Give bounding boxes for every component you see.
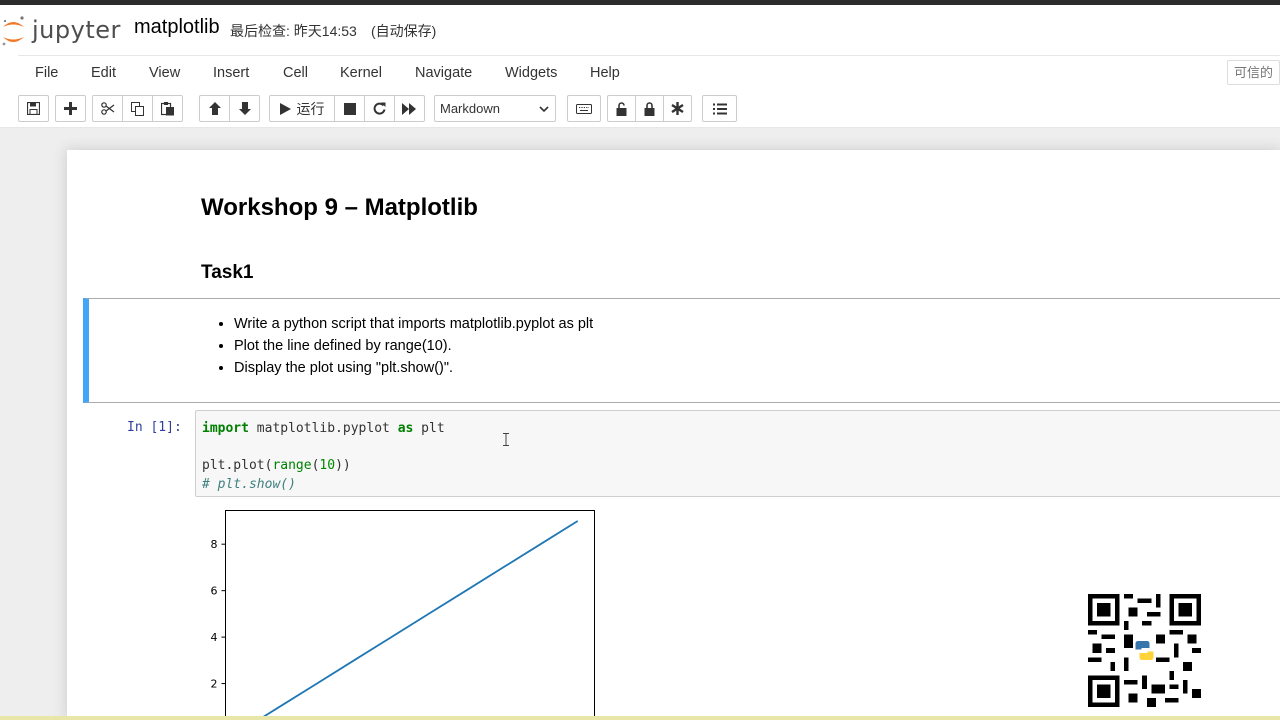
edit-group [92,95,183,122]
code-as-keyword: as [397,421,414,436]
code-module: matplotlib.pyplot [248,421,398,436]
jupyter-logo-icon [2,16,24,46]
copy-button[interactable] [122,95,153,122]
insert-group [55,95,86,122]
save-group [18,95,49,122]
scissors-icon [100,102,114,115]
code-alias: plt [413,421,445,436]
table-of-contents-button[interactable] [702,95,737,122]
save-icon [27,102,40,115]
plus-icon [64,102,77,115]
restart-run-all-button[interactable] [394,95,425,122]
notebook-title[interactable]: matplotlib [134,16,220,39]
jupyter-logo[interactable]: jupyter [0,13,125,49]
unlock-icon [616,101,627,116]
cell-type-select[interactable]: Markdown [434,95,556,122]
menu-view[interactable]: View [149,65,180,81]
menu-help[interactable]: Help [590,65,620,81]
autosave-status: (自动保存) [371,23,437,39]
input-prompt: In [1]: [127,420,182,435]
y-tick-label: 8 [211,538,218,551]
last-checkpoint: 最后检查: 昨天14:53 [230,23,357,39]
move-down-button[interactable] [229,95,260,122]
unlock-button[interactable] [607,95,636,122]
asterisk-icon [671,102,684,115]
notebook-container: Workshop 9 – Matplotlib Task1 Write a py… [67,150,1280,720]
run-button[interactable]: 运行 [269,95,335,122]
fast-forward-icon [402,102,416,115]
cell-type-value: Markdown [440,101,500,116]
plot-axes-frame [225,510,595,720]
menu-widgets[interactable]: Widgets [505,65,557,81]
paste-button[interactable] [152,95,183,122]
keyboard-group [567,95,601,122]
copy-icon [130,101,144,116]
code-paren-close: )) [335,458,351,473]
refresh-icon [373,102,386,115]
code-import-keyword: import [202,421,249,436]
extension-group [607,95,692,122]
code-text: import matplotlib.pyplot as plt plt.plot… [202,420,445,494]
insert-cell-button[interactable] [55,95,86,122]
code-plot-call: plt.plot( [202,458,273,473]
y-tick-group: 2 4 6 8 [211,538,226,691]
task-bullet: Plot the line defined by range(10). [234,335,593,357]
menu-insert[interactable]: Insert [213,65,249,81]
lock-button[interactable] [635,95,664,122]
y-tick-label: 6 [211,585,218,598]
output-line-chart: 2 4 6 8 [211,510,595,720]
notebook-heading: Workshop 9 – Matplotlib [201,194,478,221]
window-bottom-edge [0,716,1280,720]
stop-icon [343,102,356,115]
run-button-label: 运行 [296,100,325,117]
python-logo-icon [1133,639,1156,662]
menu-cell[interactable]: Cell [283,65,308,81]
interrupt-kernel-button[interactable] [334,95,365,122]
move-group [199,95,260,122]
notebook-header: jupyter matplotlib 最后检查: 昨天14:53 (自动保存) [0,5,1280,55]
task-heading: Task1 [201,262,254,283]
command-palette-button[interactable] [567,95,601,122]
code-range-builtin: range [272,458,312,473]
paste-icon [160,101,174,115]
cut-button[interactable] [92,95,123,122]
trusted-indicator[interactable]: 可信的 [1227,60,1280,85]
y-tick-label: 4 [211,631,218,644]
code-cell-editor[interactable]: import matplotlib.pyplot as plt plt.plot… [195,410,1280,497]
task-bullet: Write a python script that imports matpl… [234,313,593,335]
asterisk-button[interactable] [663,95,692,122]
y-tick-label: 2 [211,678,218,691]
menu-file[interactable]: File [35,65,58,81]
menu-bar: File Edit View Insert Cell Kernel Naviga… [0,55,1280,91]
keyboard-icon [576,103,592,114]
qr-code-image [1088,594,1201,707]
toc-group [702,95,737,122]
menu-kernel[interactable]: Kernel [340,65,382,81]
menu-navigate[interactable]: Navigate [415,65,472,81]
markdown-cell-selected[interactable]: Write a python script that imports matpl… [83,298,1280,403]
jupyter-logo-text: jupyter [32,16,121,44]
play-icon [279,102,291,115]
save-button[interactable] [18,95,49,122]
chevron-down-icon [539,106,549,113]
text-cursor-icon [503,433,509,446]
code-comment: # plt.show() [202,476,296,492]
list-icon [712,103,727,114]
run-group: 运行 [269,95,425,122]
arrow-down-icon [238,102,251,115]
task-list: Write a python script that imports matpl… [217,313,593,379]
arrow-up-icon [208,102,221,115]
code-number: 10 [319,458,336,473]
restart-kernel-button[interactable] [364,95,395,122]
task-bullet: Display the plot using "plt.show()". [234,357,593,379]
lock-icon [644,101,655,116]
toolbar: 运行 Markdown [0,91,1280,128]
menu-edit[interactable]: Edit [91,65,116,81]
move-up-button[interactable] [199,95,230,122]
